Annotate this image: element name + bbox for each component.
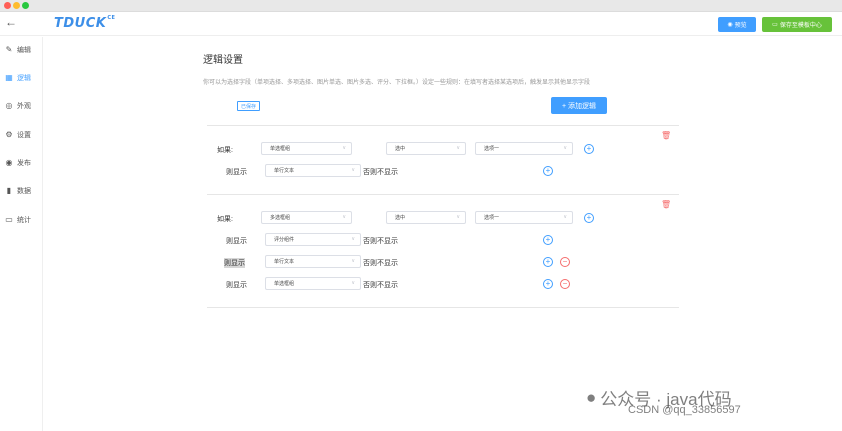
chevron-down-icon: ∨ [563, 145, 567, 151]
action-else-label: 否则不显示 [363, 260, 398, 267]
rule-if-label: 如果: [217, 147, 233, 154]
page-description: 你可以为选择字段（单项选择、多项选择、图片单选、图片多选、评分、下拉框。）设定一… [203, 80, 591, 86]
action-else-label: 否则不显示 [363, 169, 398, 176]
grid-icon: ▦ [5, 73, 13, 82]
pencil-icon: ✎ [5, 45, 13, 54]
rule-option-select[interactable]: 选项一 ∨ [475, 142, 573, 155]
chevron-down-icon: ∨ [351, 280, 355, 286]
sidebar-item-settings[interactable]: ⚙ 设置 [5, 128, 43, 142]
app-logo: TDUCKCE [54, 15, 116, 31]
action-show-label: 则显示 [224, 258, 245, 268]
save-to-template-button[interactable]: ▭ 保存至模板中心 [762, 17, 832, 32]
add-logic-button[interactable]: + 添加逻辑 [551, 97, 607, 114]
rule-field-select[interactable]: 单选框组 ∨ [261, 142, 352, 155]
add-action-button[interactable]: + [543, 166, 553, 176]
sidebar: ✎ 编辑 ▦ 逻辑 ◎ 外观 ⚙ 设置 ◉ 发布 ▮ 数据 ▭ 统计 [0, 37, 43, 431]
chevron-down-icon: ∨ [342, 145, 346, 151]
window-maximize-dot[interactable] [22, 2, 29, 9]
monitor-icon: ▭ [5, 215, 13, 224]
window-close-dot[interactable] [4, 2, 11, 9]
rule-condition-select[interactable]: 选中 ∨ [386, 142, 466, 155]
rule-option-select[interactable]: 选项一 ∨ [475, 211, 573, 224]
divider [207, 194, 679, 195]
wechat-icon: ● [586, 387, 597, 407]
chevron-down-icon: ∨ [351, 167, 355, 173]
gear-icon: ⚙ [5, 130, 13, 139]
bar-chart-icon: ▮ [6, 186, 12, 195]
chevron-down-icon: ∨ [456, 214, 460, 220]
action-field-select[interactable]: 单选框组 ∨ [265, 277, 361, 290]
chevron-down-icon: ∨ [351, 236, 355, 242]
action-show-label: 则显示 [226, 238, 247, 245]
sidebar-item-edit[interactable]: ✎ 编辑 [5, 43, 43, 57]
page-title: 逻辑设置 [203, 55, 243, 66]
sidebar-item-logic[interactable]: ▦ 逻辑 [5, 71, 43, 85]
publish-icon: ◉ [5, 158, 13, 167]
trash-icon[interactable]: 🗑 [661, 131, 671, 140]
add-action-button[interactable]: + [543, 235, 553, 245]
divider [207, 307, 679, 308]
add-action-button[interactable]: + [543, 279, 553, 289]
sidebar-item-data[interactable]: ▮ 数据 [5, 184, 43, 198]
action-field-select[interactable]: 单行文本 ∨ [265, 164, 361, 177]
sidebar-item-appearance[interactable]: ◎ 外观 [5, 99, 43, 113]
action-else-label: 否则不显示 [363, 238, 398, 245]
app-header: ← TDUCKCE ◉ 预览 ▭ 保存至模板中心 [0, 12, 842, 36]
action-show-label: 则显示 [226, 282, 247, 289]
csdn-watermark: CSDN @qq_33856597 [628, 404, 741, 416]
folder-icon: ▭ [772, 22, 778, 28]
sidebar-item-publish[interactable]: ◉ 发布 [5, 156, 43, 170]
sidebar-item-stats[interactable]: ▭ 统计 [5, 213, 43, 227]
eye-icon: ◉ [727, 22, 733, 28]
window-titlebar [0, 0, 842, 12]
action-else-label: 否则不显示 [363, 282, 398, 289]
chevron-down-icon: ∨ [351, 258, 355, 264]
action-field-select[interactable]: 评分组件 ∨ [265, 233, 361, 246]
action-show-label: 则显示 [226, 169, 247, 176]
add-condition-button[interactable]: + [584, 144, 594, 154]
eye-icon: ◎ [5, 101, 13, 110]
chevron-down-icon: ∨ [456, 145, 460, 151]
trash-icon[interactable]: 🗑 [661, 200, 671, 209]
rule-condition-select[interactable]: 选中 ∨ [386, 211, 466, 224]
rule-field-select[interactable]: 多选框组 ∨ [261, 211, 352, 224]
chevron-down-icon: ∨ [342, 214, 346, 220]
arrow-left-icon[interactable]: ← [5, 15, 17, 29]
remove-action-button[interactable]: − [560, 257, 570, 267]
remove-action-button[interactable]: − [560, 279, 570, 289]
divider [207, 125, 679, 126]
add-condition-button[interactable]: + [584, 213, 594, 223]
add-action-button[interactable]: + [543, 257, 553, 267]
saved-status-badge: 已保存 [237, 101, 261, 111]
chevron-down-icon: ∨ [563, 214, 567, 220]
action-field-select[interactable]: 单行文本 ∨ [265, 255, 361, 268]
window-minimize-dot[interactable] [13, 2, 20, 9]
preview-button[interactable]: ◉ 预览 [718, 17, 756, 32]
rule-if-label: 如果: [217, 216, 233, 223]
